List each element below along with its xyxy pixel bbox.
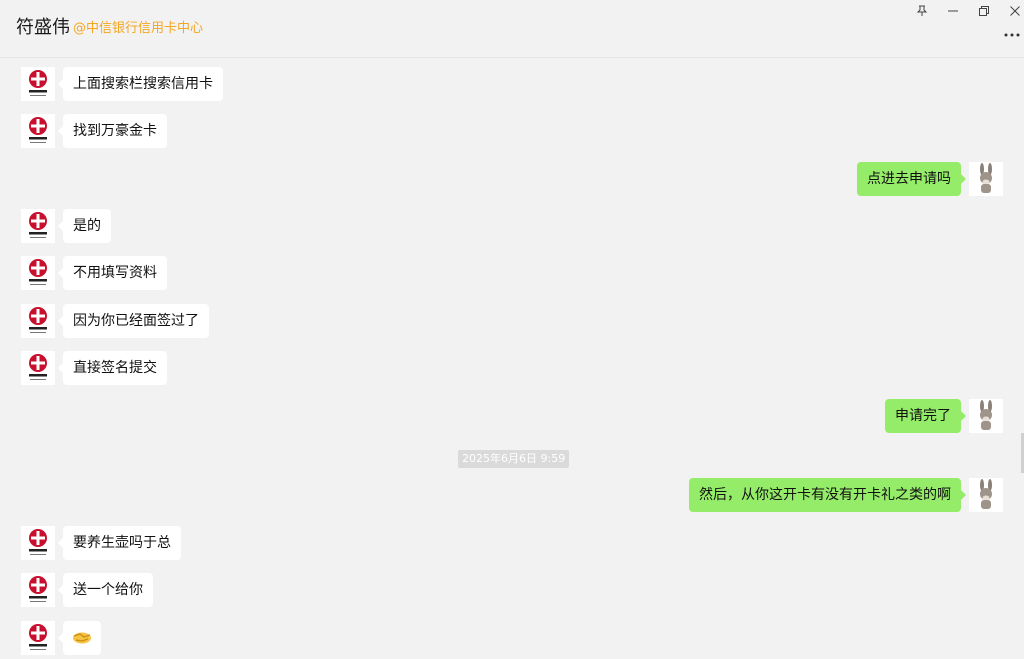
user-avatar[interactable] [969,478,1003,512]
bank-avatar[interactable] [21,621,55,655]
message-row: 点进去申请吗 [0,162,1024,196]
restore-icon[interactable] [975,2,993,20]
citic-logo-icon [29,576,47,602]
message-row [0,621,1024,655]
message-row: 不用填写资料 [0,256,1024,290]
message-bubble-incoming[interactable]: 上面搜索栏搜索信用卡 [58,67,223,101]
message-row: 上面搜索栏搜索信用卡 [0,67,1024,101]
close-icon[interactable] [1006,2,1024,20]
citic-logo-icon [29,259,47,285]
message-row: 因为你已经面签过了 [0,304,1024,338]
citic-logo-icon [29,212,47,238]
bank-avatar[interactable] [21,114,55,148]
message-bubble-outgoing[interactable]: 然后，从你这开卡有没有开卡礼之类的啊 [689,478,966,512]
message-bubble-incoming[interactable]: 送一个给你 [58,573,153,607]
pin-icon[interactable] [913,2,931,20]
user-avatar[interactable] [969,399,1003,433]
minimize-icon[interactable] [944,2,962,20]
bank-avatar[interactable] [21,256,55,290]
donkey-avatar-icon [980,479,992,509]
handshake-icon [73,632,91,644]
message-row: 找到万豪金卡 [0,114,1024,148]
message-bubble-outgoing[interactable]: 点进去申请吗 [857,162,966,196]
more-icon[interactable] [1002,26,1022,44]
message-bubble-incoming[interactable]: 直接签名提交 [58,351,167,385]
citic-logo-icon [29,354,47,380]
message-bubble-incoming[interactable]: 因为你已经面签过了 [58,304,209,338]
timestamp-divider: 2025年6月6日 9:59 [458,450,570,468]
message-bubble-incoming[interactable]: 不用填写资料 [58,256,167,290]
user-avatar[interactable] [969,162,1003,196]
message-list[interactable]: 上面搜索栏搜索信用卡 找到万豪金卡 点进去申请吗 是的 不用填写资料 因为你已经… [0,58,1024,659]
message-row: 送一个给你 [0,573,1024,607]
donkey-avatar-icon [980,400,992,430]
citic-logo-icon [29,529,47,555]
message-bubble-incoming[interactable]: 是的 [58,209,111,243]
message-bubble-incoming[interactable]: 要养生壶吗于总 [58,526,181,560]
citic-logo-icon [29,307,47,333]
message-bubble-incoming[interactable] [58,621,101,655]
citic-logo-icon [29,70,47,96]
message-row: 申请完了 [0,399,1024,433]
bank-avatar[interactable] [21,304,55,338]
bank-avatar[interactable] [21,67,55,101]
bank-avatar[interactable] [21,209,55,243]
message-row: 然后，从你这开卡有没有开卡礼之类的啊 [0,478,1024,512]
contact-organization: @中信银行信用卡中心 [73,21,204,36]
message-row: 直接签名提交 [0,351,1024,385]
message-bubble-incoming[interactable]: 找到万豪金卡 [58,114,167,148]
bank-avatar[interactable] [21,526,55,560]
message-row: 是的 [0,209,1024,243]
citic-logo-icon [29,624,47,650]
donkey-avatar-icon [980,163,992,193]
citic-logo-icon [29,117,47,143]
contact-name[interactable]: 符盛伟 [16,16,70,40]
chat-header: 符盛伟 @中信银行信用卡中心 [0,0,1024,58]
bank-avatar[interactable] [21,351,55,385]
bank-avatar[interactable] [21,573,55,607]
message-row: 要养生壶吗于总 [0,526,1024,560]
message-bubble-outgoing[interactable]: 申请完了 [885,399,966,433]
chat-window: 符盛伟 @中信银行信用卡中心 上面搜索栏搜索信用卡 找到万豪金卡 点进去申请吗 … [0,0,1024,659]
